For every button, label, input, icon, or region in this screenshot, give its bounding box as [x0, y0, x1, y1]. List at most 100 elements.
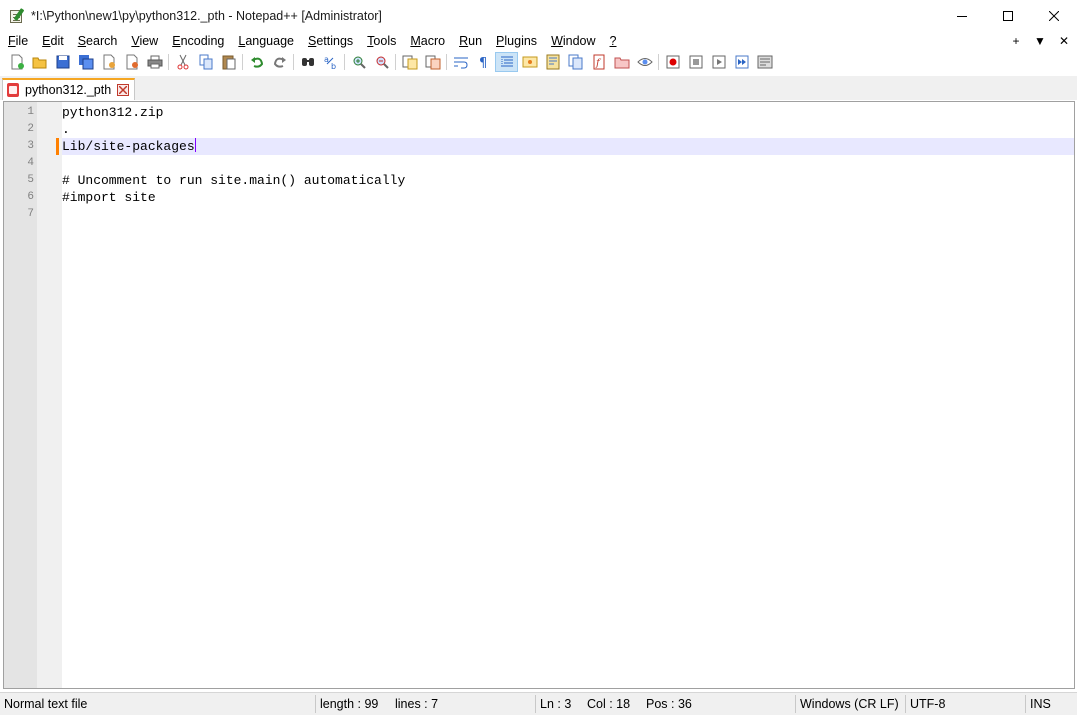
menu-search[interactable]: Search — [71, 31, 125, 51]
editor-line[interactable]: 1 python312.zip — [4, 104, 1074, 121]
playback-macro-button[interactable] — [707, 52, 730, 72]
monitoring-button[interactable] — [633, 52, 656, 72]
status-encoding[interactable]: UTF-8 — [910, 693, 945, 715]
sync-horizontal-button[interactable] — [421, 52, 444, 72]
word-wrap-button[interactable] — [449, 52, 472, 72]
tab-close-button[interactable] — [117, 84, 129, 96]
toolbar: ab ¶ f — [0, 51, 1077, 73]
editor-line[interactable]: 5 # Uncomment to run site.main() automat… — [4, 172, 1074, 189]
document-map-button[interactable] — [541, 52, 564, 72]
status-divider — [795, 695, 796, 713]
line-number: 3 — [27, 140, 34, 152]
menu-plugins[interactable]: Plugins — [489, 31, 544, 51]
zoom-in-button[interactable] — [347, 52, 370, 72]
menu-edit[interactable]: Edit — [35, 31, 71, 51]
line-text: # Uncomment to run site.main() automatic… — [62, 173, 406, 188]
maximize-button[interactable] — [985, 0, 1031, 31]
paste-icon — [222, 55, 235, 70]
editor-line[interactable]: 7 — [4, 206, 1074, 223]
record-macro-button[interactable] — [661, 52, 684, 72]
eye-icon — [636, 58, 653, 66]
menu-macro[interactable]: Macro — [403, 31, 452, 51]
editor-line-current[interactable]: 3 Lib/site-packages — [4, 138, 1074, 155]
toolbar-separator — [168, 54, 169, 70]
save-button[interactable] — [51, 52, 74, 72]
editor-line[interactable]: 6 #import site — [4, 189, 1074, 206]
status-length: length : 99 — [320, 697, 379, 711]
print-icon — [147, 55, 162, 69]
maximize-icon — [1003, 10, 1013, 21]
zoom-out-button[interactable] — [370, 52, 393, 72]
title-bar: *I:\Python\new1\py\python312._pth - Note… — [0, 0, 1077, 31]
close-window-button[interactable] — [1031, 0, 1077, 31]
find-icon — [301, 58, 314, 66]
status-column: Col : 18 — [587, 697, 631, 711]
cut-button[interactable] — [171, 52, 194, 72]
print-button[interactable] — [143, 52, 166, 72]
run-macro-multiple-button[interactable] — [730, 52, 753, 72]
stop-recording-button[interactable] — [684, 52, 707, 72]
sync-vertical-button[interactable] — [398, 52, 421, 72]
open-file-button[interactable] — [28, 52, 51, 72]
menu-language[interactable]: Language — [231, 31, 301, 51]
new-tab-plus-button[interactable]: + — [1009, 34, 1023, 48]
cut-icon — [177, 54, 188, 70]
redo-button[interactable] — [268, 52, 291, 72]
close-all-icon — [126, 54, 138, 70]
menu-view[interactable]: View — [124, 31, 165, 51]
save-all-button[interactable] — [74, 52, 97, 72]
notepad-plus-plus-app-icon — [9, 7, 25, 24]
save-macro-icon — [757, 55, 772, 69]
change-history-marker — [56, 138, 59, 155]
find-button[interactable] — [296, 52, 319, 72]
record-icon — [666, 55, 679, 69]
status-divider — [1025, 695, 1026, 713]
show-all-characters-button[interactable]: ¶ — [472, 52, 495, 72]
close-icon — [119, 86, 127, 94]
line-number: 2 — [27, 123, 34, 135]
save-all-icon — [78, 55, 93, 70]
minimize-button[interactable] — [939, 0, 985, 31]
toolbar-separator — [395, 54, 396, 70]
editor-line[interactable]: 2 . — [4, 121, 1074, 138]
indent-guide-button[interactable] — [495, 52, 518, 72]
save-macro-button[interactable] — [753, 52, 776, 72]
status-divider — [315, 695, 316, 713]
minimize-icon — [957, 15, 967, 17]
close-document-button[interactable]: ✕ — [1057, 34, 1071, 48]
status-lines: lines : 7 — [395, 697, 439, 711]
tab-python312-pth[interactable]: python312._pth — [2, 78, 135, 100]
line-text: . — [62, 122, 70, 137]
folder-workspace-icon — [614, 57, 629, 69]
menu-settings[interactable]: Settings — [301, 31, 360, 51]
folder-as-workspace-button[interactable] — [610, 52, 633, 72]
menu-file[interactable]: File — [0, 31, 35, 51]
close-button[interactable] — [97, 52, 120, 72]
status-eol-format[interactable]: Windows (CR LF) — [800, 693, 899, 715]
sync-horizontal-icon — [425, 55, 440, 70]
tab-list-dropdown-button[interactable]: ▼ — [1033, 34, 1047, 48]
user-defined-language-button[interactable] — [518, 52, 541, 72]
copy-button[interactable] — [194, 52, 217, 72]
new-file-button[interactable] — [5, 52, 28, 72]
replace-button[interactable]: ab — [319, 52, 342, 72]
close-all-button[interactable] — [120, 52, 143, 72]
menu-tools[interactable]: Tools — [360, 31, 403, 51]
menu-encoding[interactable]: Encoding — [165, 31, 231, 51]
editor-line[interactable]: 4 — [4, 155, 1074, 172]
current-line-highlight — [62, 138, 1074, 155]
menu-window[interactable]: Window — [544, 31, 602, 51]
unsaved-document-icon — [6, 83, 20, 97]
undo-button[interactable] — [245, 52, 268, 72]
menu-run[interactable]: Run — [452, 31, 489, 51]
tab-label: python312._pth — [25, 83, 112, 97]
svg-text:b: b — [331, 62, 336, 70]
menu-help[interactable]: ? — [603, 31, 624, 51]
paste-button[interactable] — [217, 52, 240, 72]
text-editor[interactable]: 1 python312.zip 2 . 3 Lib/site-packages … — [3, 101, 1075, 689]
udl-icon — [522, 56, 537, 68]
document-list-button[interactable] — [564, 52, 587, 72]
zoom-out-icon — [376, 56, 389, 69]
function-list-button[interactable]: f — [587, 52, 610, 72]
toolbar-separator — [344, 54, 345, 70]
